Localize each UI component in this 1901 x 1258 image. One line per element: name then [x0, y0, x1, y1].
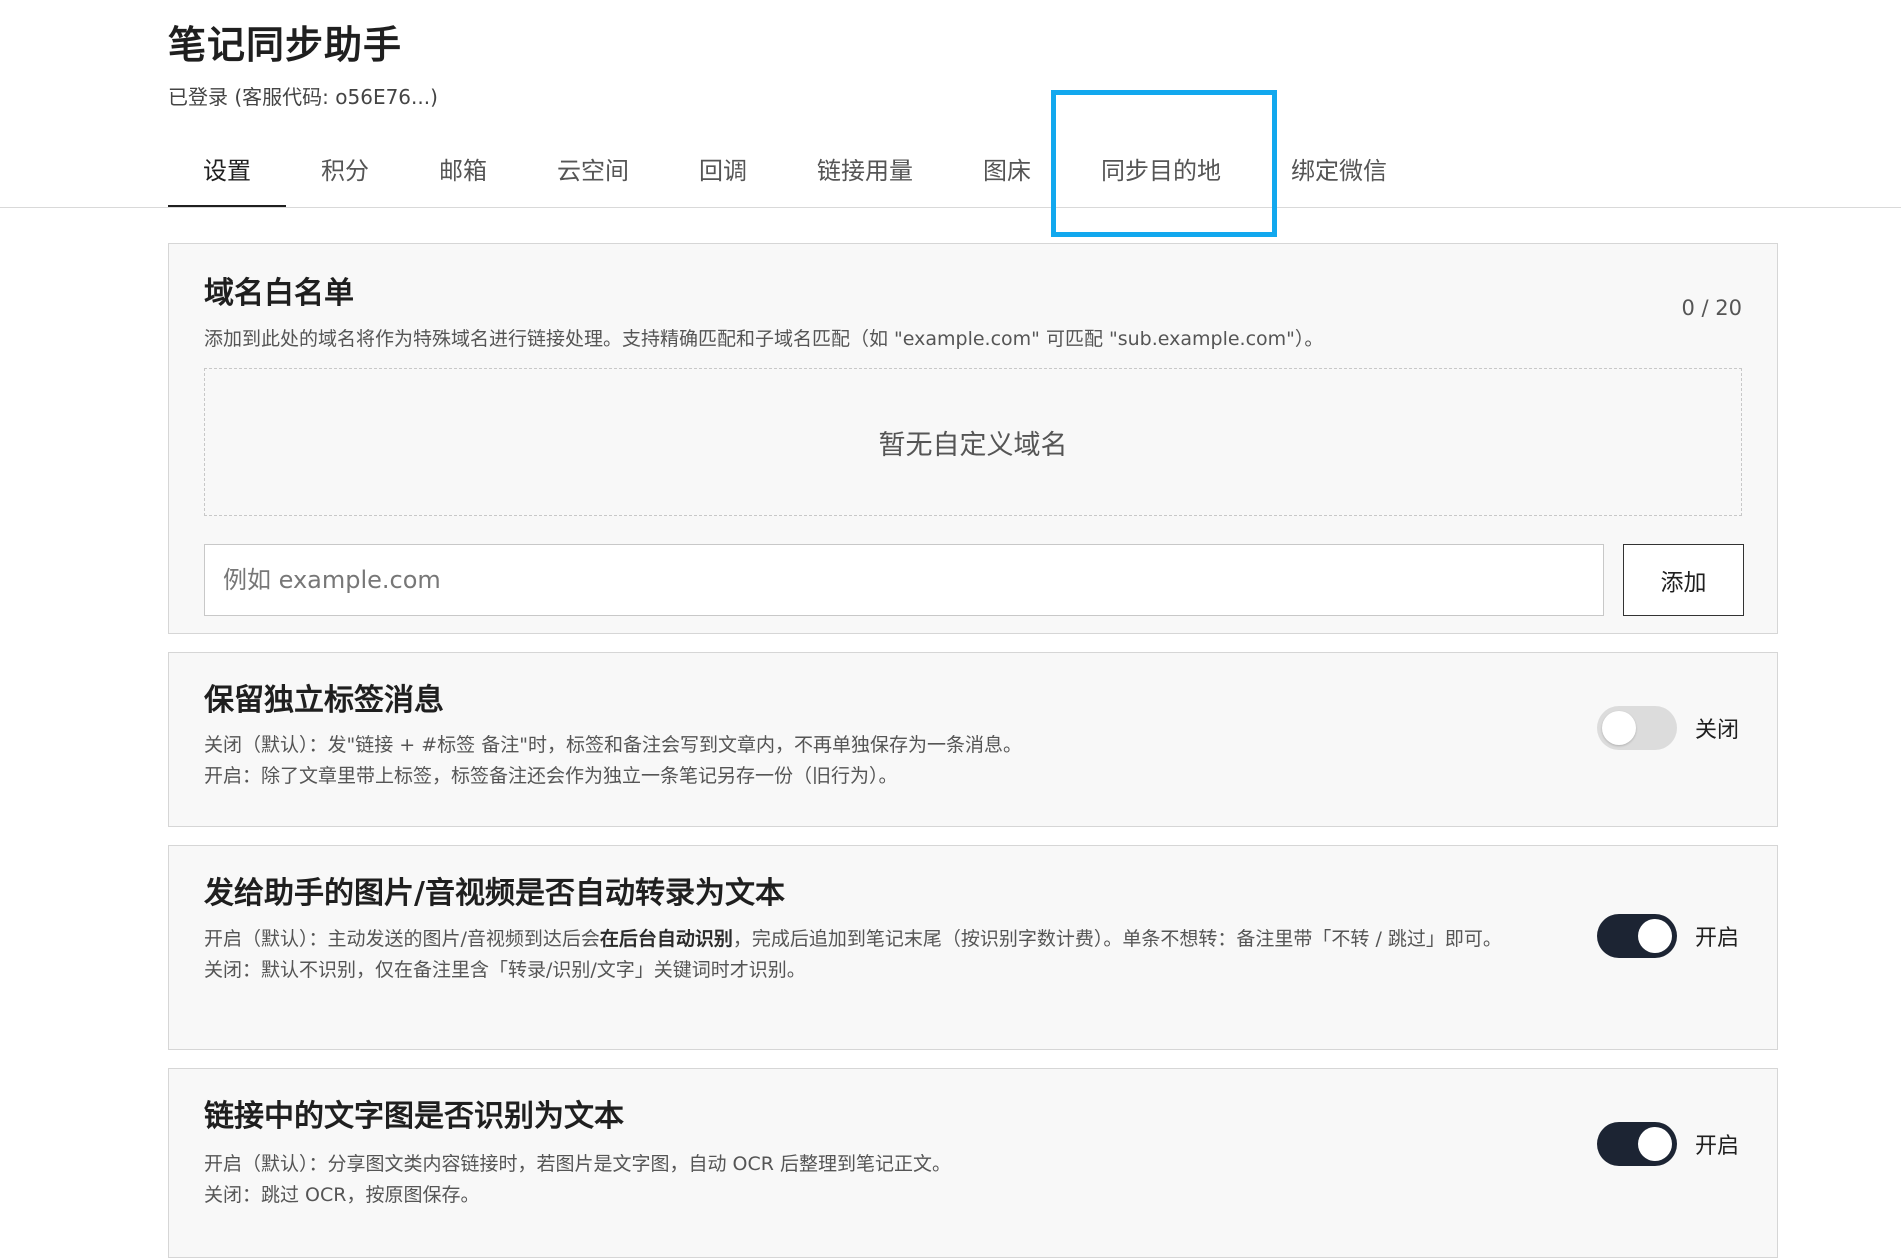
tab-callback[interactable]: 回调 — [664, 148, 782, 208]
tag-message-on-desc: 开启：除了文章里带上标签，标签备注还会作为独立一条笔记另存一份（旧行为）。 — [204, 765, 898, 787]
link-ocr-toggle[interactable] — [1596, 1122, 1677, 1166]
toggle-knob — [1637, 919, 1672, 953]
tab-email[interactable]: 邮箱 — [404, 148, 522, 208]
whitelist-counter: 0 / 20 — [1681, 296, 1742, 320]
tag-message-off-desc: 关闭（默认）：发"链接 + #标签 备注"时，标签和备注会写到文章内，不再单独保… — [204, 734, 1022, 756]
tab-sync-destination[interactable]: 同步目的地 — [1066, 148, 1256, 208]
link-ocr-description: 开启（默认）：分享图文类内容链接时，若图片是文字图，自动 OCR 后整理到笔记正… — [204, 1149, 951, 1211]
tag-message-toggle[interactable] — [1596, 706, 1677, 750]
media-transcribe-off-desc: 关闭：默认不识别，仅在备注里含「转录/识别/文字」关键词时才识别。 — [204, 959, 806, 981]
whitelist-title: 域名白名单 — [204, 276, 354, 311]
tab-points[interactable]: 积分 — [286, 148, 404, 208]
tag-message-description: 关闭（默认）：发"链接 + #标签 备注"时，标签和备注会写到文章内，不再单独保… — [204, 730, 1022, 792]
login-status: 已登录 (客服代码: o56E76...) — [168, 85, 438, 109]
media-transcribe-card: 发给助手的图片/音视频是否自动转录为文本 开启（默认）：主动发送的图片/音视频到… — [168, 845, 1778, 1050]
link-ocr-state-label: 开启 — [1694, 1134, 1739, 1159]
link-ocr-title: 链接中的文字图是否识别为文本 — [204, 1099, 624, 1134]
tab-settings[interactable]: 设置 — [168, 148, 286, 208]
media-transcribe-switch-group: 开启 — [1596, 914, 1739, 958]
tab-image-hosting[interactable]: 图床 — [948, 148, 1066, 208]
tab-bind-wechat[interactable]: 绑定微信 — [1256, 148, 1422, 208]
tab-divider — [0, 207, 1901, 208]
domain-whitelist-card: 域名白名单 0 / 20 添加到此处的域名将作为特殊域名进行链接处理。支持精确匹… — [168, 243, 1778, 634]
page-header: 笔记同步助手 已登录 (客服代码: o56E76...) — [168, 14, 438, 110]
media-desc-pre: 开启（默认）：主动发送的图片/音视频到达后会 — [204, 928, 600, 950]
tab-cloud-space[interactable]: 云空间 — [522, 148, 664, 208]
media-transcribe-title: 发给助手的图片/音视频是否自动转录为文本 — [204, 876, 785, 911]
tag-message-switch-group: 关闭 — [1596, 706, 1739, 750]
media-desc-post: ，完成后追加到笔记末尾（按识别字数计费）。单条不想转：备注里带「不转 / 跳过」… — [732, 928, 1502, 950]
tag-message-state-label: 关闭 — [1694, 718, 1739, 743]
whitelist-empty-state: 暂无自定义域名 — [204, 368, 1742, 516]
link-ocr-on-desc: 开启（默认）：分享图文类内容链接时，若图片是文字图，自动 OCR 后整理到笔记正… — [204, 1153, 952, 1175]
link-ocr-card: 链接中的文字图是否识别为文本 开启（默认）：分享图文类内容链接时，若图片是文字图… — [168, 1068, 1778, 1258]
media-desc-bold: 在后台自动识别 — [599, 928, 733, 950]
media-transcribe-description: 开启（默认）：主动发送的图片/音视频到达后会在后台自动识别，完成后追加到笔记末尾… — [204, 924, 1579, 986]
toggle-knob — [1637, 1127, 1672, 1161]
media-transcribe-state-label: 开启 — [1694, 926, 1739, 951]
tab-link-usage[interactable]: 链接用量 — [782, 148, 948, 208]
empty-state-text: 暂无自定义域名 — [878, 429, 1068, 461]
tag-message-title: 保留独立标签消息 — [204, 683, 444, 718]
add-domain-button[interactable]: 添加 — [1623, 544, 1744, 616]
toggle-knob — [1601, 711, 1636, 745]
media-transcribe-on-desc: 开启（默认）：主动发送的图片/音视频到达后会在后台自动识别，完成后追加到笔记末尾… — [204, 924, 1579, 955]
tab-bar: 设置 积分 邮箱 云空间 回调 链接用量 图床 同步目的地 绑定微信 — [168, 148, 1422, 208]
domain-input[interactable] — [204, 544, 1604, 616]
app-title: 笔记同步助手 — [168, 23, 403, 67]
tag-message-card: 保留独立标签消息 关闭（默认）：发"链接 + #标签 备注"时，标签和备注会写到… — [168, 652, 1778, 827]
whitelist-description: 添加到此处的域名将作为特殊域名进行链接处理。支持精确匹配和子域名匹配（如 "ex… — [204, 328, 1324, 350]
link-ocr-switch-group: 开启 — [1596, 1122, 1739, 1166]
link-ocr-off-desc: 关闭：跳过 OCR，按原图保存。 — [204, 1184, 480, 1206]
media-transcribe-toggle[interactable] — [1596, 914, 1677, 958]
